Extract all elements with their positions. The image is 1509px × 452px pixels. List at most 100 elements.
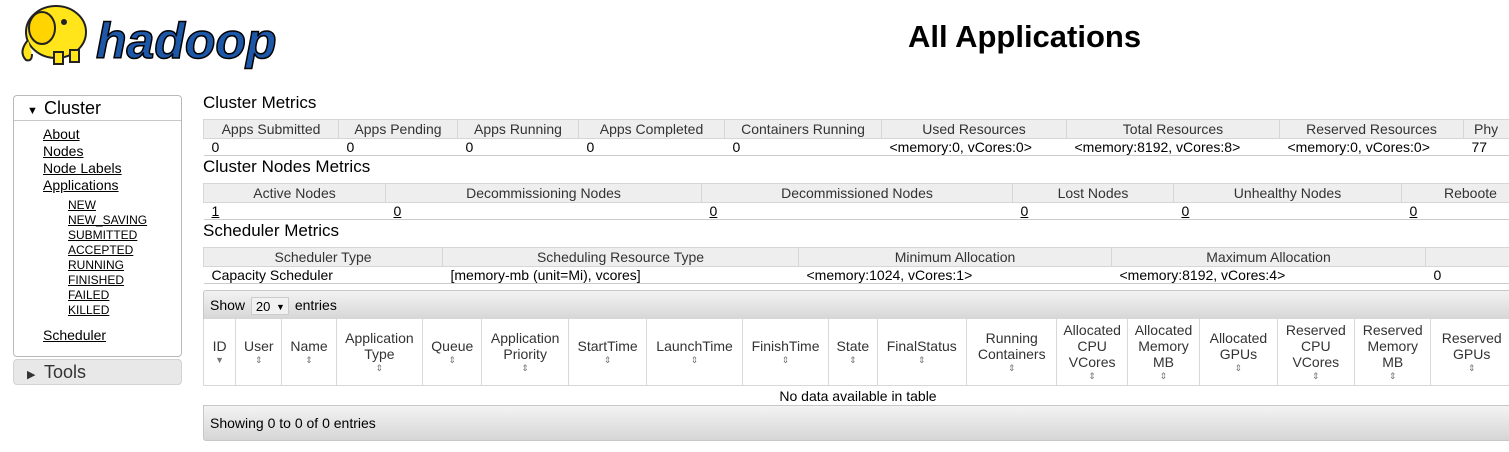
metrics-value: <memory:0, vCores:0> xyxy=(881,138,1067,156)
nodes-header: Active Nodes xyxy=(203,183,386,203)
collapsed-triangle-icon: ▶ xyxy=(27,369,36,381)
column-label: LaunchTime xyxy=(656,338,733,354)
cluster-nav-list: About Nodes Node Labels Applications NEW… xyxy=(43,126,147,318)
sort-icon: ⇕ xyxy=(1007,363,1016,373)
metrics-header: Apps Running xyxy=(457,119,579,139)
nav-link-about[interactable]: About xyxy=(43,126,80,142)
column-header-user[interactable]: User ⇕ xyxy=(235,319,283,386)
column-header-final-status[interactable]: FinalStatus ⇕ xyxy=(876,319,967,386)
nodes-header: Decommissioning Nodes xyxy=(385,183,702,203)
nav-link-state-new[interactable]: NEW xyxy=(68,198,96,212)
nav-link-state-running[interactable]: RUNNING xyxy=(68,258,124,272)
cluster-nodes-metrics-table: Active Nodes Decommissioning Nodes Decom… xyxy=(203,183,1509,220)
column-header-finish-time[interactable]: FinishTime ⇕ xyxy=(741,319,830,386)
column-header-allocated-gpus[interactable]: Allocated GPUs ⇕ xyxy=(1199,319,1278,386)
show-label: Show xyxy=(210,297,246,313)
scheduler-value: Capacity Scheduler xyxy=(203,266,443,284)
nav-link-state-failed[interactable]: FAILED xyxy=(68,288,109,302)
column-label: Allocated CPU VCores xyxy=(1063,322,1121,370)
metrics-header: Phy xyxy=(1463,119,1509,139)
column-label: Allocated Memory MB xyxy=(1134,322,1193,370)
column-label: ID xyxy=(212,338,227,354)
lost-nodes-link[interactable]: 0 xyxy=(1021,203,1029,219)
cluster-nodes-metrics-title: Cluster Nodes Metrics xyxy=(203,157,371,176)
entries-label: entries xyxy=(294,297,337,313)
column-header-reserved-memory-mb[interactable]: Reserved Memory MB ⇕ xyxy=(1354,319,1432,386)
column-header-allocated-memory-mb[interactable]: Allocated Memory MB ⇕ xyxy=(1126,319,1201,386)
active-nodes-link[interactable]: 1 xyxy=(212,203,220,219)
column-header-name[interactable]: Name ⇕ xyxy=(281,319,337,386)
app-states-list: NEW NEW_SAVING SUBMITTED ACCEPTED RUNNIN… xyxy=(68,198,147,318)
nav-link-state-accepted[interactable]: ACCEPTED xyxy=(68,243,133,257)
apps-table-footer: Showing 0 to 0 of 0 entries xyxy=(203,405,1509,441)
column-header-application-priority[interactable]: Application Priority ⇕ xyxy=(481,319,569,386)
sort-icon: ⇕ xyxy=(1467,363,1476,373)
nav-link-applications[interactable]: Applications xyxy=(43,177,119,193)
column-header-id[interactable]: ID ▼ xyxy=(202,319,237,386)
nodes-header: Decommissioned Nodes xyxy=(701,183,1013,203)
nav-link-scheduler[interactable]: Scheduler xyxy=(43,327,106,343)
metrics-value: 0 xyxy=(338,138,458,156)
column-header-running-containers[interactable]: Running Containers ⇕ xyxy=(965,319,1058,386)
nav-link-state-finished[interactable]: FINISHED xyxy=(68,273,124,287)
metrics-value: 0 xyxy=(457,138,579,156)
nav-cluster-label: Cluster xyxy=(44,98,102,118)
column-header-reserved-cpu-vcores[interactable]: Reserved CPU VCores ⇕ xyxy=(1276,319,1356,386)
scheduler-header: Minimum Allocation xyxy=(798,247,1112,267)
nodes-header: Reboote xyxy=(1401,183,1509,203)
nav-link-state-new-saving[interactable]: NEW_SAVING xyxy=(68,213,147,227)
dropdown-caret-icon: ▼ xyxy=(276,302,285,313)
page-length-select[interactable]: 20 ▼ xyxy=(250,297,289,316)
cluster-metrics-table: Apps Submitted Apps Pending Apps Running… xyxy=(203,119,1509,156)
column-header-application-type[interactable]: Application Type ⇕ xyxy=(335,319,424,386)
column-label: FinalStatus xyxy=(886,338,957,354)
column-label: Reserved CPU VCores xyxy=(1285,322,1346,370)
column-header-state[interactable]: State ⇕ xyxy=(828,319,878,386)
column-label: Application Type xyxy=(345,330,414,362)
nav-tools-label: Tools xyxy=(44,362,87,382)
metrics-value: 0 xyxy=(203,138,339,156)
metrics-header: Total Resources xyxy=(1066,119,1280,139)
column-label: FinishTime xyxy=(751,338,820,354)
sort-icon: ⇕ xyxy=(1388,371,1397,381)
scheduler-value: [memory-mb (unit=Mi), vcores] xyxy=(442,266,799,284)
column-label: Reserved Memory MB xyxy=(1362,322,1423,370)
nav-link-nodes[interactable]: Nodes xyxy=(43,143,83,159)
rebooted-nodes-link[interactable]: 0 xyxy=(1410,203,1418,219)
column-label: State xyxy=(836,338,870,354)
column-label: Application Priority xyxy=(490,330,560,362)
sort-icon: ⇕ xyxy=(1159,371,1168,381)
decommissioning-nodes-link[interactable]: 0 xyxy=(394,203,402,219)
applications-table: ID ▼ User ⇕ Name ⇕ Application Type ⇕ Queue ⇕… xyxy=(202,319,1509,407)
metrics-value-row: 0 0 0 0 0 <memory:0, vCores:0> <memory:8… xyxy=(203,138,1509,156)
sort-icon: ⇕ xyxy=(781,355,790,365)
column-header-queue[interactable]: Queue ⇕ xyxy=(422,319,483,386)
nav-cluster-header[interactable]: ▼ Cluster xyxy=(14,96,181,121)
column-header-reserved-gpus[interactable]: Reserved GPUs ⇕ xyxy=(1430,319,1509,386)
nav-tools-panel[interactable]: ▶ Tools xyxy=(13,359,182,385)
nav-tools-header[interactable]: ▶ Tools xyxy=(14,360,181,384)
nav-link-state-submitted[interactable]: SUBMITTED xyxy=(68,228,137,242)
scheduler-header: Scheduling Resource Type xyxy=(442,247,799,267)
scheduler-value: <memory:1024, vCores:1> xyxy=(798,266,1112,284)
column-header-launch-time[interactable]: LaunchTime ⇕ xyxy=(646,319,743,386)
unhealthy-nodes-link[interactable]: 0 xyxy=(1182,203,1190,219)
table-info: Showing 0 to 0 of 0 entries xyxy=(210,415,376,431)
column-header-start-time[interactable]: StartTime ⇕ xyxy=(567,319,648,386)
nav-link-node-labels[interactable]: Node Labels xyxy=(43,160,122,176)
nav-cluster-panel: ▼ Cluster About Nodes Node Labels Applica… xyxy=(13,95,182,357)
sort-icon: ⇕ xyxy=(375,363,384,373)
nav-link-state-killed[interactable]: KILLED xyxy=(68,303,109,317)
decommissioned-nodes-link[interactable]: 0 xyxy=(710,203,718,219)
metrics-header: Containers Running xyxy=(724,119,882,139)
empty-table-message: No data available in table xyxy=(203,385,1509,407)
page-length-value: 20 xyxy=(255,299,271,315)
sort-icon: ⇕ xyxy=(1234,363,1243,373)
column-header-allocated-cpu-vcores[interactable]: Allocated CPU VCores ⇕ xyxy=(1056,319,1128,386)
scheduler-value: 0 xyxy=(1425,266,1509,284)
metrics-value: 77 xyxy=(1463,138,1509,156)
column-label: Name xyxy=(290,338,328,354)
sort-icon: ⇕ xyxy=(255,355,263,365)
column-label: StartTime xyxy=(577,338,638,354)
column-label: User xyxy=(244,338,274,354)
